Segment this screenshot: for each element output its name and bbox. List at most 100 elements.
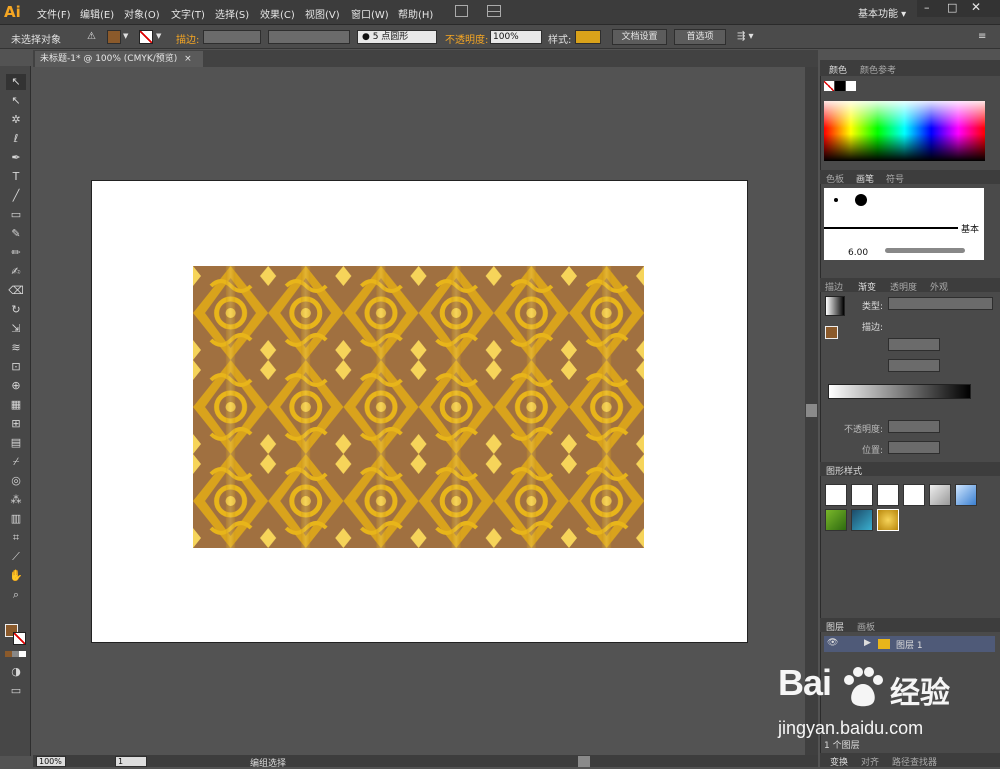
type-tool-icon[interactable]: T	[6, 169, 26, 185]
tab-color-guide[interactable]: 颜色参考	[860, 63, 896, 76]
column-graph-tool-icon[interactable]: ▥	[6, 511, 26, 527]
color-spectrum[interactable]	[824, 101, 985, 161]
white-color-icon[interactable]	[846, 81, 856, 91]
stroke-label[interactable]: 描边:	[176, 31, 199, 46]
direct-selection-tool-icon[interactable]: ↖	[6, 93, 26, 109]
gradient-fill-swatch[interactable]	[825, 326, 838, 339]
drawing-mode-icon[interactable]: ◑	[6, 664, 26, 680]
brush-definition[interactable]: ● 5 点圆形	[357, 30, 437, 44]
tab-stroke[interactable]: 描边	[825, 280, 843, 293]
artboard-number-field[interactable]: 1	[115, 756, 147, 767]
graphic-style-picker[interactable]	[575, 30, 601, 44]
minimize-icon[interactable]: –	[924, 1, 930, 14]
blend-tool-icon[interactable]: ◎	[6, 473, 26, 489]
none-color-icon[interactable]	[824, 81, 834, 91]
pen-tool-icon[interactable]: ✒	[6, 150, 26, 166]
fill-dropdown-icon[interactable]: ▼	[123, 32, 128, 40]
line-tool-icon[interactable]: ╱	[6, 188, 26, 204]
menu-edit[interactable]: 编辑(E)	[80, 6, 114, 21]
stroke-weight-field[interactable]	[203, 30, 261, 44]
vertical-scroll-thumb[interactable]	[806, 404, 817, 417]
eraser-tool-icon[interactable]: ⌫	[6, 283, 26, 299]
menu-view[interactable]: 视图(V)	[305, 6, 340, 21]
menu-file[interactable]: 文件(F)	[37, 6, 71, 21]
tab-artboards[interactable]: 画板	[857, 620, 875, 633]
color-mode-buttons[interactable]	[5, 651, 26, 657]
graphic-style-8[interactable]	[851, 509, 873, 531]
black-color-icon[interactable]	[835, 81, 845, 91]
shape-builder-tool-icon[interactable]: ⊕	[6, 378, 26, 394]
gradient-angle-field[interactable]	[888, 338, 940, 351]
symbol-sprayer-tool-icon[interactable]: ⁂	[6, 492, 26, 508]
basic-brush-stroke[interactable]	[824, 227, 958, 229]
layer-expand-icon[interactable]: ▶	[864, 638, 871, 648]
menu-help[interactable]: 帮助(H)	[398, 6, 433, 21]
pencil-tool-icon[interactable]: ✏	[6, 245, 26, 261]
horizontal-scroll-thumb[interactable]	[578, 756, 590, 767]
zoom-tool-icon[interactable]: ⌕	[6, 587, 26, 603]
menu-select[interactable]: 选择(S)	[215, 6, 249, 21]
perspective-grid-tool-icon[interactable]: ▦	[6, 397, 26, 413]
arrange-icon[interactable]: ⇶ ▾	[737, 31, 754, 42]
tab-layers[interactable]: 图层	[826, 620, 844, 633]
brush-dot-small[interactable]	[834, 198, 838, 202]
menu-type[interactable]: 文字(T)	[171, 6, 205, 21]
hand-tool-icon[interactable]: ✋	[6, 568, 26, 584]
blob-brush-tool-icon[interactable]: ✍	[6, 264, 26, 280]
graphic-style-2[interactable]	[851, 484, 873, 506]
preferences-button[interactable]: 首选项	[674, 29, 726, 45]
panel-menu-icon[interactable]: ≡	[978, 31, 986, 42]
stroke-color-swatch[interactable]	[139, 30, 153, 44]
tab-brushes[interactable]: 画笔	[856, 172, 874, 185]
tab-symbols[interactable]: 符号	[886, 172, 904, 185]
free-transform-tool-icon[interactable]: ⊡	[6, 359, 26, 375]
rotate-tool-icon[interactable]: ↻	[6, 302, 26, 318]
gradient-aspect-field[interactable]	[888, 359, 940, 372]
tab-swatches[interactable]: 色板	[826, 172, 844, 185]
layer-name[interactable]: 图层 1	[896, 638, 923, 651]
graphic-style-4[interactable]	[903, 484, 925, 506]
graphic-style-1[interactable]	[825, 484, 847, 506]
rectangle-tool-icon[interactable]: ▭	[6, 207, 26, 223]
graphic-style-6[interactable]	[955, 484, 977, 506]
close-icon[interactable]: ✕	[971, 0, 981, 14]
tab-color[interactable]: 颜色	[829, 63, 847, 76]
magic-wand-tool-icon[interactable]: ✲	[6, 112, 26, 128]
brush-dot-large[interactable]	[855, 194, 867, 206]
workspace-switcher[interactable]: 基本功能 ▾	[858, 5, 906, 20]
opacity-label[interactable]: 不透明度:	[445, 31, 488, 46]
graphic-style-5[interactable]	[929, 484, 951, 506]
scale-tool-icon[interactable]: ⇲	[6, 321, 26, 337]
slice-tool-icon[interactable]: ⟋	[6, 549, 26, 565]
zoom-field[interactable]: 100%	[36, 756, 66, 767]
tab-transparency[interactable]: 透明度	[890, 280, 917, 293]
tab-gradient[interactable]: 渐变	[858, 280, 876, 293]
artboard-tool-icon[interactable]: ⌗	[6, 530, 26, 546]
bridge-icon[interactable]	[455, 5, 468, 17]
gradient-slider[interactable]	[828, 384, 971, 399]
selection-tool-icon[interactable]: ↖	[6, 74, 26, 90]
variable-width-profile[interactable]	[268, 30, 350, 44]
fill-color-swatch[interactable]	[107, 30, 121, 44]
document-tab[interactable]: 未标题-1* @ 100% (CMYK/预览) ×	[35, 51, 203, 67]
gradient-location-field[interactable]	[888, 441, 940, 454]
arrange-documents-icon[interactable]	[487, 5, 501, 17]
maximize-icon[interactable]: □	[947, 1, 957, 14]
paintbrush-tool-icon[interactable]: ✎	[6, 226, 26, 242]
menu-object[interactable]: 对象(O)	[124, 6, 160, 21]
eyedropper-tool-icon[interactable]: ⌿	[6, 454, 26, 470]
layer-visibility-icon[interactable]: 👁	[827, 638, 838, 648]
stroke-swatch[interactable]	[13, 632, 26, 645]
close-tab-icon[interactable]: ×	[184, 54, 192, 64]
gradient-tool-icon[interactable]: ▤	[6, 435, 26, 451]
lasso-tool-icon[interactable]: ℓ	[6, 131, 26, 147]
graphic-style-9[interactable]	[877, 509, 899, 531]
warp-tool-icon[interactable]: ≋	[6, 340, 26, 356]
menu-window[interactable]: 窗口(W)	[351, 6, 389, 21]
opacity-field[interactable]: 100%	[490, 30, 542, 44]
mesh-tool-icon[interactable]: ⊞	[6, 416, 26, 432]
tab-graphic-styles[interactable]: 图形样式	[826, 464, 862, 477]
screen-mode-icon[interactable]: ▭	[6, 683, 26, 699]
damask-pattern-artwork[interactable]	[193, 266, 644, 548]
graphic-style-3[interactable]	[877, 484, 899, 506]
